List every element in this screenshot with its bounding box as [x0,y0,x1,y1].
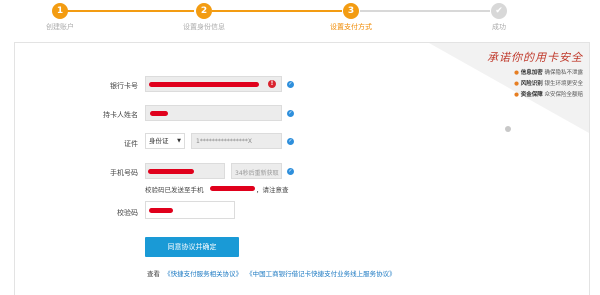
redaction-mark [148,169,194,174]
security-promise-corner: 承诺你的用卡安全 ● 信息加密 确保隐私不泄露 ● 风险识别 银生环境更安全 ●… [389,43,589,133]
id-label: 证件 [124,140,138,148]
card-number-label: 银行卡号 [110,82,138,90]
redaction-mark [149,82,259,87]
chevron-down-icon: ▼ [177,138,181,144]
promise-key: 风险识别 [520,81,543,87]
promise-key: 信息加密 [520,70,543,76]
check-icon: ✓ [287,138,294,145]
progress-stepper: 1 2 3 ✔ 创建账户 设置身份信息 设置支付方式 成功 [0,0,600,40]
id-type-value: 身份证 [149,137,169,145]
cardholder-input[interactable] [145,105,282,121]
id-type-select[interactable]: 身份证 ▼ [145,133,185,149]
check-icon: ✓ [287,81,294,88]
security-promise: 承诺你的用卡安全 ● 信息加密 确保隐私不泄露 ● 风险识别 银生环境更安全 ●… [433,49,583,98]
get-code-button[interactable]: 34秒后重新获取 [231,163,282,179]
step-4-label: 成功 [492,23,506,31]
cardholder-label: 持卡人姓名 [103,111,138,119]
promise-row: ● 风险识别 银生环境更安全 [433,79,583,87]
step-connector [212,10,342,12]
check-icon: ✓ [287,168,294,175]
promise-text: 众安保险全额赔 [544,92,583,98]
icbc-agreement-link[interactable]: 《中国工商银行借记卡快捷支付业务线上服务协议》 [246,270,396,278]
promise-title: 承诺你的用卡安全 [487,51,583,64]
sms-notice: 校验码已发送至手机 [145,184,204,194]
step-2-circle: 2 [196,3,212,19]
warning-icon: ! [268,80,276,88]
redaction-mark [149,208,173,213]
bullet-icon: ● [514,81,519,87]
step-connector [360,10,490,12]
phone-input[interactable] [145,163,225,179]
step-3-label: 设置支付方式 [330,23,372,31]
code-countdown: 34秒后重新获取 [235,170,279,177]
footer-prefix: 查看 [147,270,160,278]
step-connector [64,10,194,12]
phone-label: 手机号码 [110,169,138,177]
redaction-mark [150,111,168,116]
redaction-mark [210,186,255,191]
sms-note-suffix: ，请注意查 [256,186,289,194]
agreement-links: 查看 《快捷支付服务相关协议》 《中国工商银行借记卡快捷支付业务线上服务协议》 [147,268,396,278]
agree-submit-button[interactable]: 同意协议并确定 [145,237,239,257]
check-icon: ✔ [491,3,507,19]
quick-pay-agreement-link[interactable]: 《快捷支付服务相关协议》 [164,270,242,278]
sms-note-prefix: 校验码已发送至手机 [145,186,204,194]
gear-icon [505,126,511,132]
step-3-circle: 3 [343,3,359,19]
verify-code-input[interactable] [145,201,235,219]
promise-text: 银生环境更安全 [544,81,583,87]
card-number-input[interactable]: ! [145,76,282,92]
promise-row: ● 资金保障 众安保险全额赔 [433,90,583,98]
check-icon: ✓ [287,110,294,117]
bullet-icon: ● [514,70,519,76]
step-1-circle: 1 [52,3,68,19]
promise-row: ● 信息加密 确保隐私不泄露 [433,68,583,76]
bullet-icon: ● [514,92,519,98]
verify-label: 校验码 [117,209,138,217]
promise-key: 资金保障 [520,92,543,98]
promise-text: 确保隐私不泄露 [544,70,583,76]
step-2-label: 设置身份信息 [183,23,225,31]
id-number-input[interactable]: 1****************X [191,133,282,149]
id-number-value: 1****************X [196,138,252,145]
step-1-label: 创建账户 [46,23,74,31]
